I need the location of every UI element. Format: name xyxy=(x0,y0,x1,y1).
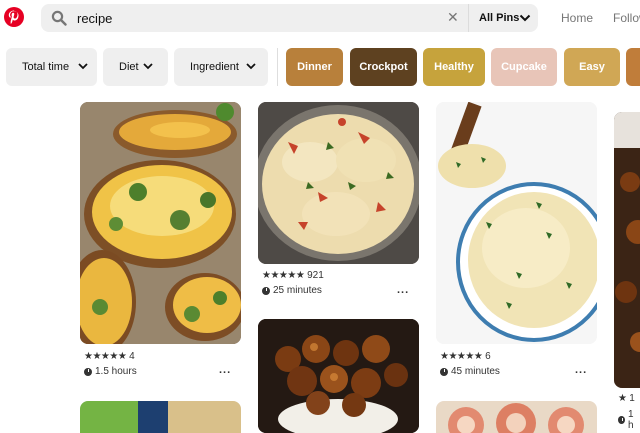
chevron-down-icon xyxy=(519,14,531,22)
chip-label: Healthy xyxy=(434,61,474,73)
cook-time-text: 1 h xyxy=(627,409,634,431)
chip-label: Easy xyxy=(579,61,605,73)
cook-time-text: 45 minutes xyxy=(451,366,500,377)
pin-rating: ★★★★★ 921 xyxy=(262,270,324,281)
chip-label: Cupcake xyxy=(501,61,547,73)
cook-time-text: 1.5 hours xyxy=(95,366,137,377)
filter-label: Total time xyxy=(22,61,70,73)
rating-stars: ★★★★★ xyxy=(262,270,305,281)
pin-cook-time: 25 minutes xyxy=(262,285,322,296)
search-bar[interactable]: recipe ✕ xyxy=(41,4,468,32)
rating-stars: ★ xyxy=(618,393,627,404)
filter-total-time[interactable]: Total time xyxy=(6,48,97,86)
rating-count: 921 xyxy=(307,270,324,281)
filter-label: Diet xyxy=(119,61,139,73)
filter-divider xyxy=(277,48,278,86)
chevron-down-icon xyxy=(143,63,153,70)
pin-rating: ★★★★★ 6 xyxy=(440,351,491,362)
clock-icon xyxy=(262,286,270,295)
pin-cook-time: 45 minutes xyxy=(440,366,500,377)
pin-image-peas-dish[interactable] xyxy=(80,401,241,433)
close-icon[interactable]: ✕ xyxy=(447,9,459,26)
more-options-icon[interactable]: ... xyxy=(219,364,231,376)
rating-count: 1 xyxy=(629,393,635,404)
pin-cook-time: 1 h xyxy=(618,409,640,431)
rating-stars: ★★★★★ xyxy=(84,351,127,362)
rating-count: 6 xyxy=(485,351,491,362)
food-photo xyxy=(80,102,241,344)
chip-easy[interactable]: Easy xyxy=(564,48,620,86)
chevron-down-icon xyxy=(246,63,256,70)
pin-image-partial[interactable] xyxy=(614,112,640,388)
rating-count: 4 xyxy=(129,351,135,362)
pin-image-glazed-chicken[interactable] xyxy=(258,319,419,433)
clock-icon xyxy=(618,416,625,424)
chip-label: Dinner xyxy=(297,61,332,73)
chip-healthy[interactable]: Healthy xyxy=(423,48,485,86)
top-header: recipe ✕ All Pins Home Follow xyxy=(0,0,640,36)
food-photo xyxy=(614,112,640,388)
food-photo xyxy=(258,102,419,264)
filter-label: Ingredient xyxy=(190,61,239,73)
pin-image-creamy-chicken[interactable] xyxy=(258,102,419,264)
search-icon xyxy=(51,10,67,26)
food-photo xyxy=(258,319,419,433)
pinterest-logo-icon[interactable] xyxy=(4,7,24,27)
chip-crockpot[interactable]: Crockpot xyxy=(350,48,417,86)
food-photo xyxy=(436,401,597,433)
search-input[interactable]: recipe xyxy=(77,11,112,26)
more-options-icon[interactable]: ... xyxy=(397,284,409,296)
filter-ingredient[interactable]: Ingredient xyxy=(174,48,268,86)
nav-home-link[interactable]: Home xyxy=(561,11,593,25)
clock-icon xyxy=(84,367,92,376)
chip-cupcake[interactable]: Cupcake xyxy=(491,48,557,86)
clock-icon xyxy=(440,367,448,376)
pin-image-baked-potatoes[interactable] xyxy=(80,102,241,344)
chip-dinner[interactable]: Dinner xyxy=(286,48,343,86)
chip-label: Crockpot xyxy=(359,61,408,73)
more-options-icon[interactable]: ... xyxy=(575,364,587,376)
rating-stars: ★★★★★ xyxy=(440,351,483,362)
food-photo xyxy=(80,401,241,433)
pin-rating: ★★★★★ 4 xyxy=(84,351,135,362)
chip-more[interactable] xyxy=(626,48,640,86)
pin-image-chicken-pasta[interactable] xyxy=(436,102,597,344)
search-scope-dropdown[interactable]: All Pins xyxy=(468,4,538,32)
chevron-down-icon xyxy=(78,63,88,70)
search-scope-label: All Pins xyxy=(479,12,520,24)
pin-cook-time: 1.5 hours xyxy=(84,366,137,377)
pin-rating: ★ 1 xyxy=(618,393,635,404)
filter-diet[interactable]: Diet xyxy=(103,48,168,86)
cook-time-text: 25 minutes xyxy=(273,285,322,296)
pin-image-pinwheels[interactable] xyxy=(436,401,597,433)
food-photo xyxy=(436,102,597,344)
nav-following-link[interactable]: Follow xyxy=(613,11,640,25)
